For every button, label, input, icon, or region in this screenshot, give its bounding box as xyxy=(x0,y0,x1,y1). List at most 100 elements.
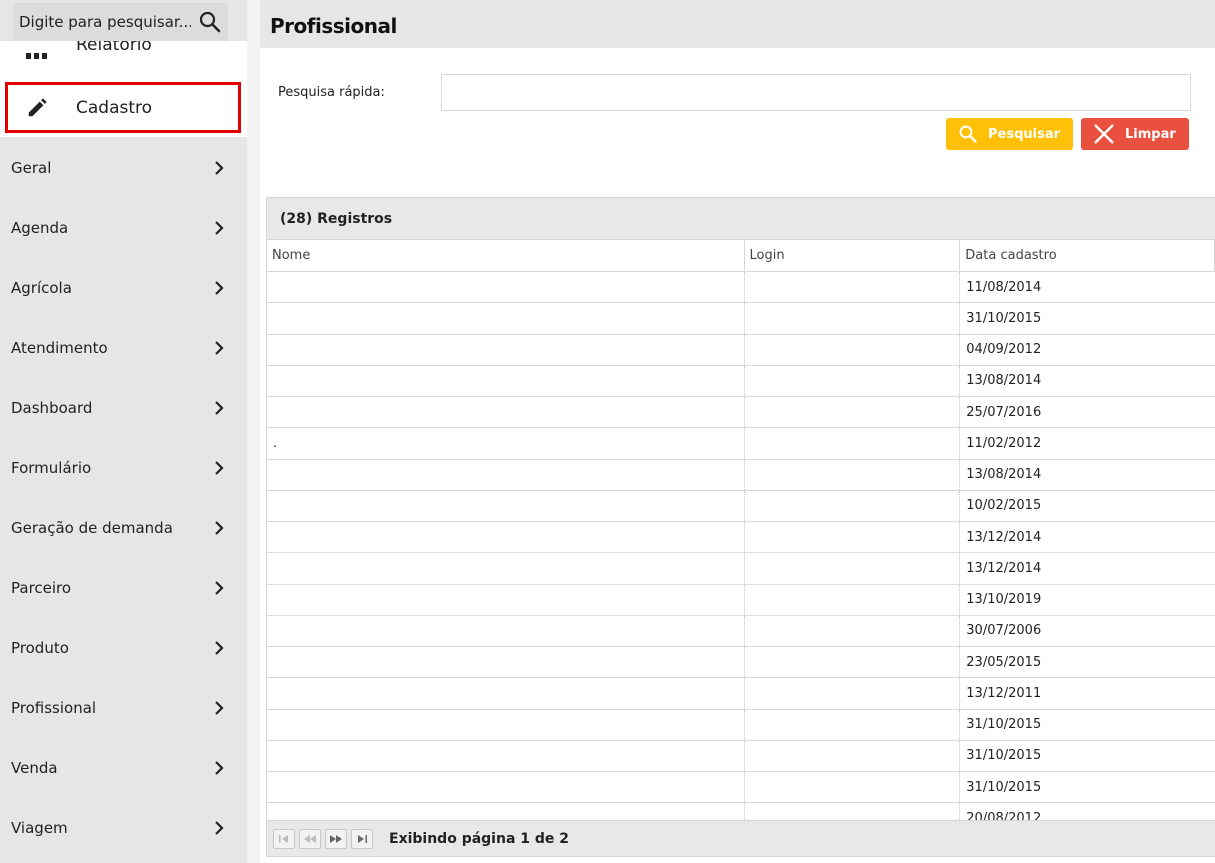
records-grid: (28) Registros Nome Login Data cadastro … xyxy=(266,197,1215,857)
first-page-button[interactable] xyxy=(273,828,295,849)
cell-data-cadastro: 10/02/2015 xyxy=(966,498,1042,514)
last-page-icon xyxy=(358,834,367,843)
sidebar-item-atendimento[interactable]: Atendimento xyxy=(0,318,247,378)
table-row[interactable]: 13/08/2014 xyxy=(267,365,1215,397)
table-row[interactable]: 10/02/2015 xyxy=(267,490,1215,522)
sidebar-item-agricola[interactable]: Agrícola xyxy=(0,258,247,318)
cell-data-cadastro: 13/08/2014 xyxy=(966,373,1042,389)
next-page-button[interactable] xyxy=(325,828,347,849)
table-row[interactable]: 13/08/2014 xyxy=(267,459,1215,491)
cell-login xyxy=(745,740,961,771)
clear-button[interactable]: Limpar xyxy=(1081,118,1189,150)
cell-nome xyxy=(267,678,745,709)
cell-nome xyxy=(267,522,745,553)
sidebar-item-dashboard[interactable]: Dashboard xyxy=(0,378,247,438)
cell-data-cadastro: 13/10/2019 xyxy=(966,592,1042,608)
sidebar-item-label: Agrícola xyxy=(11,279,72,297)
quick-search-label: Pesquisa rápida: xyxy=(278,85,385,100)
sidebar-item-parceiro[interactable]: Parceiro xyxy=(0,558,247,618)
sidebar-item-viagem[interactable]: Viagem xyxy=(0,798,247,858)
report-icon xyxy=(26,53,47,59)
chevron-right-icon xyxy=(215,341,224,355)
cell-login xyxy=(745,709,961,740)
prev-page-icon xyxy=(304,834,316,843)
sidebar-item-label: Viagem xyxy=(11,819,68,837)
cell-login xyxy=(745,647,961,678)
cell-nome xyxy=(267,740,745,771)
grid-pager: Exibindo página 1 de 2 xyxy=(267,820,1215,856)
pencil-icon xyxy=(28,98,47,117)
cell-nome xyxy=(267,334,745,365)
cell-data-cadastro: 23/05/2015 xyxy=(966,654,1042,670)
cell-login xyxy=(745,334,961,365)
quick-search-input[interactable] xyxy=(441,74,1191,111)
column-header-login[interactable]: Login xyxy=(745,240,961,271)
table-row[interactable]: 31/10/2015 xyxy=(267,709,1215,741)
cell-data-cadastro: 25/07/2016 xyxy=(966,404,1042,420)
cell-nome xyxy=(267,772,745,803)
cell-login xyxy=(745,584,961,615)
sidebar-item-venda[interactable]: Venda xyxy=(0,738,247,798)
column-header-nome[interactable]: Nome xyxy=(267,240,745,271)
cell-login xyxy=(745,553,961,584)
table-row[interactable]: 23/05/2015 xyxy=(267,647,1215,679)
cell-login xyxy=(745,678,961,709)
cell-login xyxy=(745,428,961,459)
cell-nome xyxy=(267,272,745,303)
search-button-label: Pesquisar xyxy=(988,126,1061,142)
sidebar-item-formulario[interactable]: Formulário xyxy=(0,438,247,498)
grid-body: 11/08/2014 31/10/2015 04/09/2012 13/08/2… xyxy=(267,272,1215,824)
sidebar-item-produto[interactable]: Produto xyxy=(0,618,247,678)
table-row[interactable]: 30/07/2006 xyxy=(267,615,1215,647)
table-row[interactable]: 04/09/2012 xyxy=(267,334,1215,366)
chevron-right-icon xyxy=(215,221,224,235)
cell-login xyxy=(745,490,961,521)
chevron-right-icon xyxy=(215,581,224,595)
table-row[interactable]: 13/12/2014 xyxy=(267,553,1215,585)
sidebar-item-label: Dashboard xyxy=(11,399,93,417)
cell-login xyxy=(745,303,961,334)
sidebar-item-agenda[interactable]: Agenda xyxy=(0,198,247,258)
cell-nome xyxy=(267,490,745,521)
sidebar-item-geracao-de-demanda[interactable]: Geração de demanda xyxy=(0,498,247,558)
pager-text: Exibindo página 1 de 2 xyxy=(389,830,570,847)
next-page-icon xyxy=(330,834,342,843)
sidebar-item-geral[interactable]: Geral xyxy=(0,138,247,198)
clear-button-label: Limpar xyxy=(1125,126,1176,142)
table-row[interactable]: . 11/02/2012 xyxy=(267,428,1215,460)
sidebar-search-input[interactable] xyxy=(19,13,191,31)
table-row[interactable]: 13/10/2019 xyxy=(267,584,1215,616)
search-icon xyxy=(959,125,977,143)
cell-nome xyxy=(267,365,745,396)
table-row[interactable]: 13/12/2011 xyxy=(267,678,1215,710)
sidebar-search-box xyxy=(13,3,228,41)
chevron-right-icon xyxy=(215,641,224,655)
cell-data-cadastro: 13/12/2014 xyxy=(966,529,1042,545)
table-row[interactable]: 31/10/2015 xyxy=(267,772,1215,804)
table-row[interactable]: 31/10/2015 xyxy=(267,303,1215,335)
cell-login xyxy=(745,397,961,428)
sidebar-item-label: Agenda xyxy=(11,219,69,237)
main-content: Profissional Pesquisa rápida: Pesquisar … xyxy=(260,0,1215,863)
prev-page-button[interactable] xyxy=(299,828,321,849)
cell-data-cadastro: 30/07/2006 xyxy=(966,623,1042,639)
cell-data-cadastro: 31/10/2015 xyxy=(966,748,1042,764)
column-header-data-cadastro[interactable]: Data cadastro xyxy=(960,240,1215,271)
cell-nome xyxy=(267,709,745,740)
sidebar-item-relatorio[interactable]: Relatório xyxy=(0,41,247,79)
table-row[interactable]: 13/12/2014 xyxy=(267,522,1215,554)
last-page-button[interactable] xyxy=(351,828,373,849)
table-row[interactable]: 11/08/2014 xyxy=(267,272,1215,304)
search-icon[interactable] xyxy=(198,10,222,34)
grid-caption: (28) Registros xyxy=(267,198,1215,240)
page-title: Profissional xyxy=(270,14,397,38)
cell-nome xyxy=(267,397,745,428)
table-row[interactable]: 31/10/2015 xyxy=(267,740,1215,772)
cell-data-cadastro: 11/02/2012 xyxy=(966,435,1042,451)
search-button[interactable]: Pesquisar xyxy=(946,118,1073,150)
table-row[interactable]: 25/07/2016 xyxy=(267,397,1215,429)
sidebar-item-label: Geral xyxy=(11,159,52,177)
sidebar-item-profissional[interactable]: Profissional xyxy=(0,678,247,738)
sidebar-item-label: Venda xyxy=(11,759,58,777)
sidebar-item-cadastro[interactable]: Cadastro xyxy=(5,82,241,133)
